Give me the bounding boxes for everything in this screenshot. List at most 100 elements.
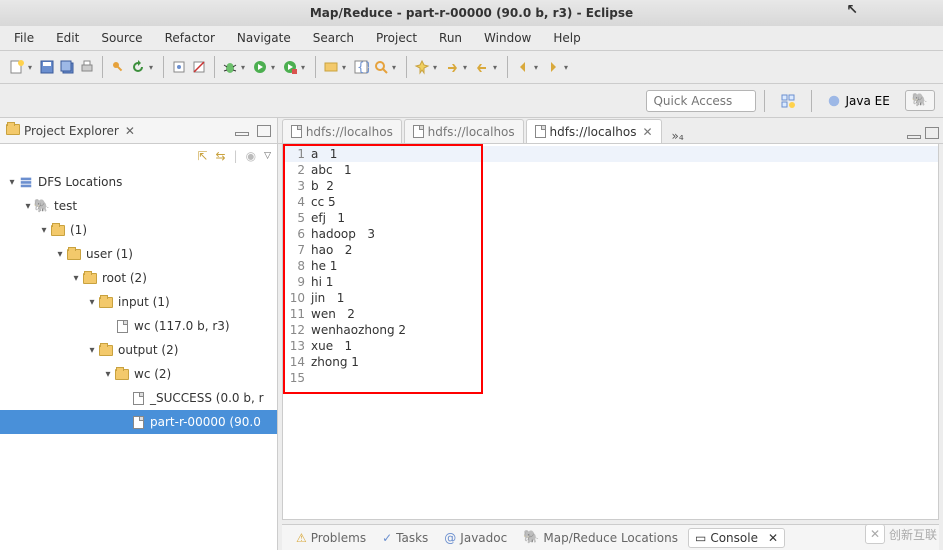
menu-help[interactable]: Help bbox=[551, 28, 582, 48]
tree-item[interactable]: ▾output (2) bbox=[0, 338, 277, 362]
code-line: 2abc 1 bbox=[283, 162, 938, 178]
debug-icon[interactable] bbox=[221, 58, 239, 76]
menu-navigate[interactable]: Navigate bbox=[235, 28, 293, 48]
dropdown-icon[interactable]: ▾ bbox=[493, 63, 501, 72]
tree-item[interactable]: ▾user (1) bbox=[0, 242, 277, 266]
editor-tab[interactable]: hdfs://localhos bbox=[404, 119, 524, 143]
perspective-javaee[interactable]: Java EE bbox=[820, 91, 896, 111]
editor-tab[interactable]: hdfs://localhos bbox=[282, 119, 402, 143]
annotation-prev-icon[interactable] bbox=[473, 58, 491, 76]
open-perspective-button[interactable] bbox=[773, 90, 803, 112]
build-icon[interactable] bbox=[109, 58, 127, 76]
editor-tab-active[interactable]: hdfs://localhos✕ bbox=[526, 119, 662, 143]
menu-search[interactable]: Search bbox=[311, 28, 356, 48]
tree-item-label: root (2) bbox=[102, 271, 147, 285]
quick-access-input[interactable] bbox=[646, 90, 756, 112]
dropdown-icon[interactable]: ▾ bbox=[463, 63, 471, 72]
run-icon[interactable] bbox=[251, 58, 269, 76]
chevron-down-icon[interactable]: ▾ bbox=[86, 297, 98, 308]
chevron-down-icon[interactable]: ▾ bbox=[102, 369, 114, 380]
annotation-next-icon[interactable] bbox=[443, 58, 461, 76]
view-title: Project Explorer bbox=[24, 124, 119, 138]
tree-item-label: (1) bbox=[70, 223, 87, 237]
tree-item[interactable]: wc (117.0 b, r3) bbox=[0, 314, 277, 338]
chevron-down-icon[interactable]: ▾ bbox=[70, 273, 82, 284]
chevron-down-icon[interactable]: ▾ bbox=[38, 225, 50, 236]
close-view-icon[interactable]: ✕ bbox=[768, 531, 778, 545]
tree-item[interactable]: ▾ (1) bbox=[0, 218, 277, 242]
text-editor[interactable]: 1a 12abc 13b 24cc 55efj 16hadoop 37hao 2… bbox=[282, 144, 939, 520]
minimize-editor-icon[interactable] bbox=[907, 135, 921, 139]
dropdown-icon[interactable]: ▾ bbox=[433, 63, 441, 72]
mapreduce-locations-tab[interactable]: 🐘Map/Reduce Locations bbox=[517, 528, 684, 547]
chevron-down-icon[interactable]: ▾ bbox=[6, 177, 18, 188]
line-number: 3 bbox=[283, 178, 311, 194]
chevron-down-icon[interactable]: ▾ bbox=[86, 345, 98, 356]
refresh-icon[interactable] bbox=[129, 58, 147, 76]
view-menu-icon[interactable]: ▽ bbox=[264, 151, 271, 161]
new-server-icon[interactable] bbox=[322, 58, 340, 76]
close-view-icon[interactable]: ✕ bbox=[125, 124, 135, 138]
print-icon[interactable] bbox=[78, 58, 96, 76]
collapse-all-icon[interactable]: ⇱ bbox=[197, 149, 207, 163]
main-menubar: File Edit Source Refactor Navigate Searc… bbox=[0, 26, 943, 50]
elephant-icon: 🐘 bbox=[912, 93, 928, 108]
more-tabs-icon[interactable]: »₄ bbox=[664, 129, 692, 143]
dropdown-icon[interactable]: ▾ bbox=[241, 63, 249, 72]
forward-icon[interactable] bbox=[544, 58, 562, 76]
close-tab-icon[interactable]: ✕ bbox=[642, 125, 652, 139]
line-content: hi 1 bbox=[311, 274, 333, 290]
menu-source[interactable]: Source bbox=[99, 28, 144, 48]
dropdown-icon[interactable]: ▾ bbox=[149, 63, 157, 72]
menu-run[interactable]: Run bbox=[437, 28, 464, 48]
code-line: 15 bbox=[283, 370, 938, 386]
minimize-view-icon[interactable] bbox=[235, 132, 249, 136]
breakpoint-icon[interactable] bbox=[170, 58, 188, 76]
dropdown-icon[interactable]: ▾ bbox=[271, 63, 279, 72]
tasks-tab[interactable]: ✓Tasks bbox=[376, 529, 434, 547]
tree-item[interactable]: ▾ root (2) bbox=[0, 266, 277, 290]
line-number: 7 bbox=[283, 242, 311, 258]
dropdown-icon[interactable]: ▾ bbox=[564, 63, 572, 72]
chevron-down-icon[interactable]: ▾ bbox=[22, 201, 34, 212]
save-icon[interactable] bbox=[38, 58, 56, 76]
skip-breakpoints-icon[interactable] bbox=[190, 58, 208, 76]
search-icon[interactable] bbox=[372, 58, 390, 76]
maximize-view-icon[interactable] bbox=[257, 125, 271, 137]
tree-item[interactable]: ▾🐘test bbox=[0, 194, 277, 218]
line-content: wenhaozhong 2 bbox=[311, 322, 406, 338]
menu-project[interactable]: Project bbox=[374, 28, 419, 48]
link-editor-icon[interactable]: ⇆ bbox=[215, 149, 225, 163]
menu-refactor[interactable]: Refactor bbox=[163, 28, 217, 48]
problems-tab[interactable]: ⚠Problems bbox=[290, 529, 372, 547]
dropdown-icon[interactable]: ▾ bbox=[28, 63, 36, 72]
chevron-down-icon[interactable]: ▾ bbox=[54, 249, 66, 260]
menu-edit[interactable]: Edit bbox=[54, 28, 81, 48]
open-type-icon[interactable]: {} bbox=[352, 58, 370, 76]
perspective-mapreduce[interactable]: 🐘 bbox=[905, 90, 935, 111]
tree-item[interactable]: part-r-00000 (90.0 bbox=[0, 410, 277, 434]
javadoc-tab[interactable]: @Javadoc bbox=[438, 529, 513, 547]
dropdown-icon[interactable]: ▾ bbox=[301, 63, 309, 72]
tree-item[interactable]: _SUCCESS (0.0 b, r bbox=[0, 386, 277, 410]
tree-item[interactable]: ▾input (1) bbox=[0, 290, 277, 314]
run-last-icon[interactable] bbox=[281, 58, 299, 76]
maximize-editor-icon[interactable] bbox=[925, 127, 939, 139]
pin-icon[interactable] bbox=[413, 58, 431, 76]
mouse-cursor-icon: ↖ bbox=[846, 2, 858, 18]
console-tab[interactable]: ▭Console✕ bbox=[688, 528, 785, 548]
dropdown-icon[interactable]: ▾ bbox=[534, 63, 542, 72]
project-explorer-toolbar: ⇱ ⇆ | ◉ ▽ bbox=[0, 144, 277, 168]
new-icon[interactable] bbox=[8, 58, 26, 76]
tree-item[interactable]: ▾DFS Locations bbox=[0, 170, 277, 194]
dropdown-icon[interactable]: ▾ bbox=[342, 63, 350, 72]
line-number: 12 bbox=[283, 322, 311, 338]
menu-file[interactable]: File bbox=[12, 28, 36, 48]
focus-task-icon[interactable]: ◉ bbox=[246, 149, 256, 163]
dropdown-icon[interactable]: ▾ bbox=[392, 63, 400, 72]
menu-window[interactable]: Window bbox=[482, 28, 533, 48]
save-all-icon[interactable] bbox=[58, 58, 76, 76]
project-tree[interactable]: ▾DFS Locations▾🐘test▾(1)▾user (1)▾root (… bbox=[0, 168, 277, 550]
back-icon[interactable] bbox=[514, 58, 532, 76]
tree-item[interactable]: ▾wc (2) bbox=[0, 362, 277, 386]
